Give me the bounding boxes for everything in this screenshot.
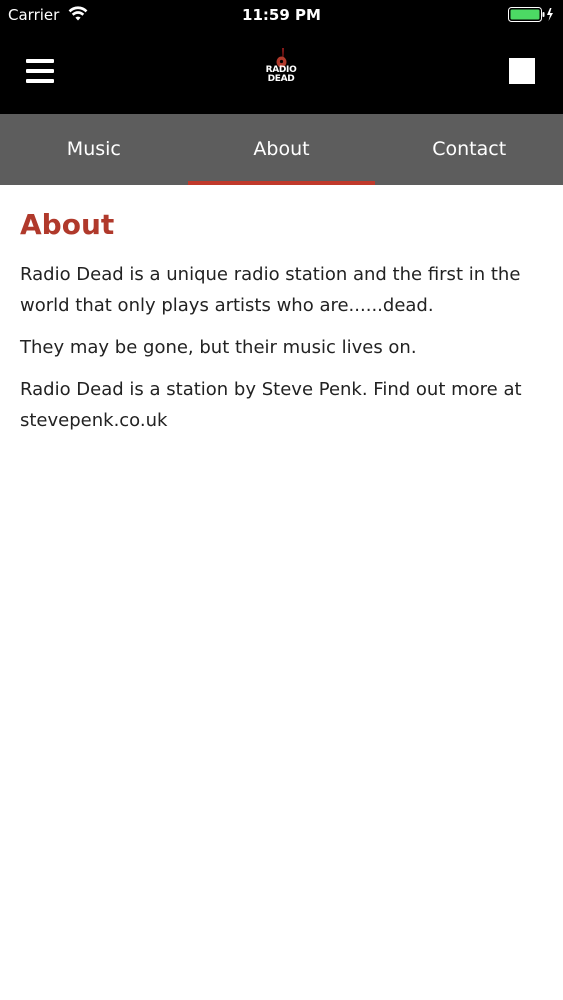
tab-contact-label: Contact — [432, 138, 507, 160]
tab-about[interactable]: About — [187, 114, 376, 185]
tab-music-label: Music — [66, 138, 121, 160]
logo-text-dead: DEAD — [267, 74, 295, 84]
app-screen: Carrier 11:59 PM RADIO DEAD Music About … — [0, 0, 563, 1000]
tab-contact[interactable]: Contact — [375, 114, 563, 185]
about-paragraph-1: Radio Dead is a unique radio station and… — [20, 264, 521, 316]
tab-about-label: About — [253, 138, 310, 160]
nav-bar: RADIO DEAD — [0, 30, 563, 114]
page-title: About — [20, 208, 115, 241]
about-paragraph-3: Radio Dead is a station by Steve Penk. F… — [20, 379, 522, 431]
hamburger-menu-icon[interactable] — [26, 58, 54, 84]
status-time: 11:59 PM — [242, 6, 321, 24]
about-paragraph-2: They may be gone, but their music lives … — [20, 337, 417, 358]
status-bar: Carrier 11:59 PM — [0, 0, 563, 30]
radio-dead-logo: RADIO DEAD — [258, 48, 304, 94]
tab-music[interactable]: Music — [0, 114, 188, 185]
about-content: About Radio Dead is a unique radio stati… — [20, 185, 545, 436]
battery-icon — [508, 7, 553, 22]
tab-bar: Music About Contact — [0, 114, 563, 185]
stop-button[interactable] — [509, 58, 535, 84]
